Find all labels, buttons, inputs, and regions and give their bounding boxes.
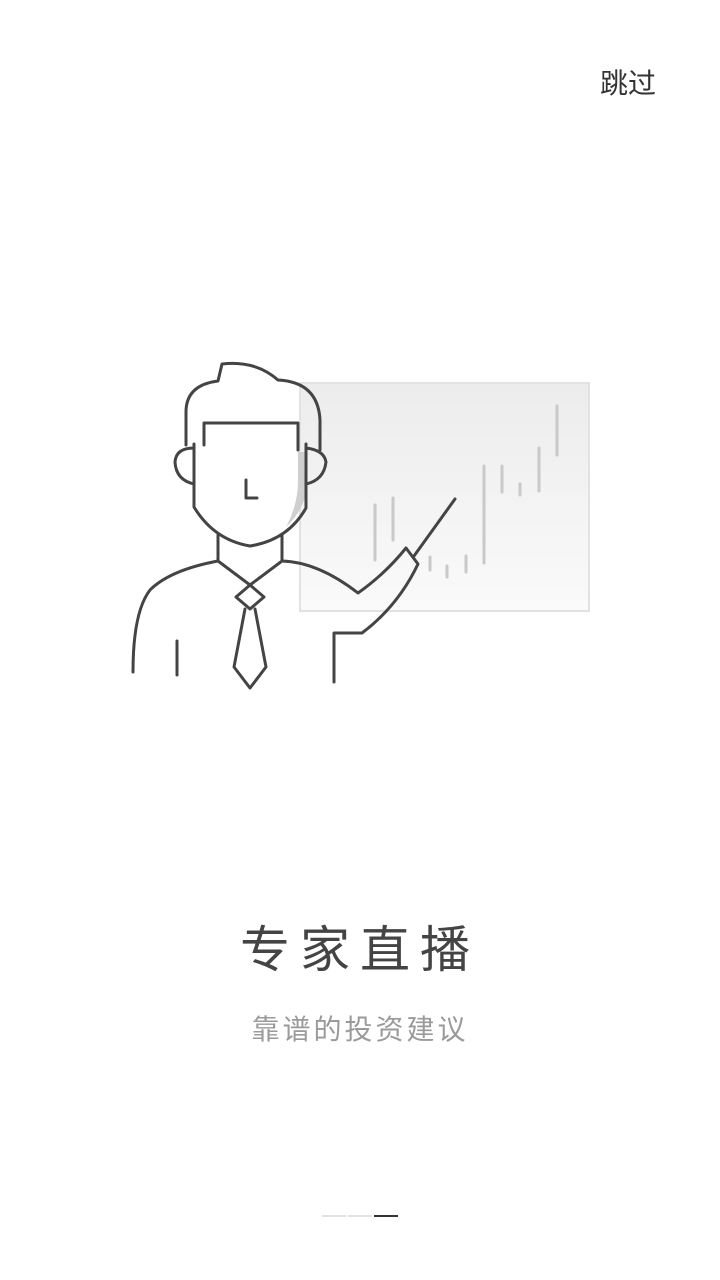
presenter-illustration bbox=[120, 350, 610, 700]
page-indicator-dot[interactable] bbox=[322, 1215, 346, 1217]
page-indicator bbox=[322, 1215, 398, 1217]
page-indicator-dot[interactable] bbox=[348, 1215, 372, 1217]
page-indicator-dot-active[interactable] bbox=[374, 1215, 398, 1217]
skip-button[interactable]: 跳过 bbox=[600, 64, 656, 104]
presenter-with-chart-icon bbox=[131, 361, 590, 690]
slide-title: 专家直播 bbox=[240, 921, 480, 979]
slide-subtitle: 靠谱的投资建议 bbox=[251, 1013, 469, 1046]
